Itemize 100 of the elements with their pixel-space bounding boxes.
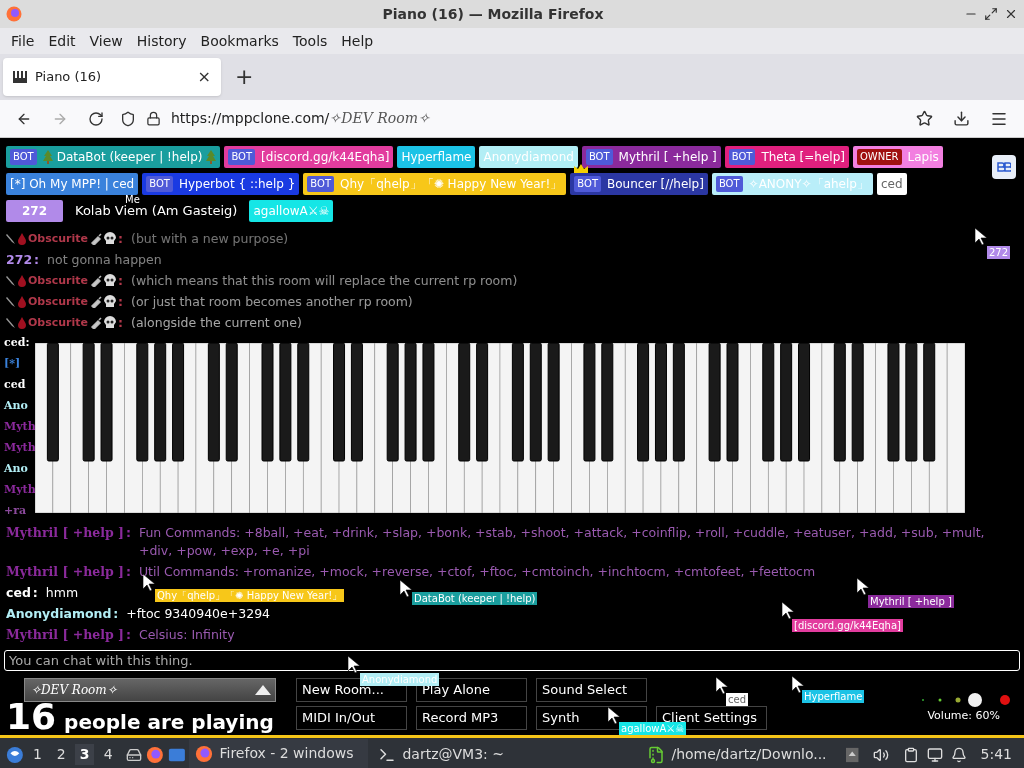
page-button-icon[interactable] bbox=[992, 155, 1016, 179]
role-badge: OWNER bbox=[857, 149, 902, 165]
browser-icon[interactable] bbox=[145, 744, 164, 765]
user-name: ✧ANONY✧「ahelp」 bbox=[748, 176, 869, 193]
chat-message: Fun Commands: +8ball, +eat, +drink, +slap, +bonk, +stab, +shoot, +attack, +coinflip, +roll, +cuddle, +eatuser, +add, +sub, +mult, +div, +pow, +exp, +e, +pi bbox=[138, 523, 986, 560]
piano-keyboard[interactable] bbox=[35, 343, 965, 513]
chat-message: (or just that room becomes another rp room) bbox=[131, 292, 413, 311]
start-menu-icon[interactable] bbox=[6, 744, 24, 765]
skull-icon bbox=[104, 274, 117, 287]
new-tab-button[interactable]: + bbox=[235, 66, 254, 88]
role-badge: BOT bbox=[228, 149, 256, 165]
role-badge: BOT bbox=[585, 149, 613, 165]
cursor-icon bbox=[348, 656, 360, 673]
syringe-icon bbox=[90, 274, 103, 287]
eject-icon[interactable] bbox=[846, 746, 859, 763]
record-indicator-icon bbox=[1000, 695, 1010, 705]
cursor-tooltip: Anonydiamond bbox=[360, 673, 440, 686]
piano-tab-icon bbox=[13, 71, 27, 83]
cursor-tooltip: DataBot (keeper | !help) bbox=[412, 592, 538, 605]
task-label: dartz@VM3: ~ bbox=[402, 745, 504, 764]
workspace-button[interactable]: 4 bbox=[98, 744, 118, 765]
chat-name: ced: bbox=[4, 335, 30, 352]
chat-name: ced bbox=[6, 583, 31, 602]
cursor-icon bbox=[857, 578, 869, 595]
knife-icon bbox=[6, 232, 16, 245]
chat-name: ced bbox=[4, 377, 26, 394]
role-badge: BOT bbox=[728, 149, 756, 165]
menu-item[interactable]: View bbox=[82, 30, 130, 52]
workspace-button[interactable]: 1 bbox=[27, 744, 48, 765]
browser-tab[interactable]: Piano (16) × bbox=[3, 58, 221, 96]
window-title: Piano (16) — Mozilla Firefox bbox=[381, 4, 605, 24]
chat-message: hmm bbox=[45, 583, 79, 602]
bookmark-star-icon[interactable] bbox=[916, 110, 933, 127]
tab-close-button[interactable]: × bbox=[197, 65, 211, 89]
chat-name: Obscurite bbox=[28, 230, 89, 247]
menu-item[interactable]: Help bbox=[334, 30, 381, 52]
chat-colon: : bbox=[118, 271, 124, 290]
task-label: Firefox - 2 windows bbox=[219, 744, 354, 763]
role-badge: BOT bbox=[146, 176, 173, 192]
player-label: people are playing bbox=[64, 709, 274, 736]
user-tag[interactable]: BOT Qhy「qhelp」「✺ Happy New Year!」 bbox=[303, 173, 567, 195]
user-tag[interactable]: BOT Theta [=help] bbox=[724, 146, 849, 168]
chat-name: [*] bbox=[4, 356, 21, 373]
archive-icon bbox=[647, 745, 666, 764]
chat-name: Mythril [ +help ] bbox=[6, 562, 124, 581]
close-icon[interactable] bbox=[1004, 7, 1018, 21]
drop-icon bbox=[18, 316, 26, 329]
volume-reading: Volume: 60% bbox=[927, 708, 1000, 724]
user-tag[interactable]: BOT Hyperbot { ::help } bbox=[142, 173, 300, 195]
chat-name: Ano bbox=[4, 461, 28, 478]
user-tag[interactable]: BOT Bouncer [//help] bbox=[570, 173, 708, 195]
chat-input[interactable]: You can chat with this thing. bbox=[4, 650, 1020, 671]
knife-icon bbox=[6, 316, 16, 329]
user-tag[interactable]: BOT Mythril [ +help ] bbox=[581, 146, 721, 168]
taskbar-task[interactable]: /home/dartz/Downlo... bbox=[641, 738, 839, 768]
cursor-tooltip: Mythril [ +help ] bbox=[868, 595, 954, 608]
chat-name: Myth bbox=[4, 482, 36, 499]
user-name: DataBot (keeper | !help) bbox=[56, 149, 203, 166]
caret-up-icon bbox=[255, 685, 271, 695]
control-button[interactable]: Sound Select bbox=[536, 678, 647, 702]
role-badge: BOT bbox=[715, 176, 743, 192]
menu-item[interactable]: File bbox=[4, 30, 42, 52]
control-button[interactable]: Record MP3 bbox=[416, 706, 527, 730]
clipboard-icon[interactable] bbox=[902, 745, 919, 764]
maximize-icon[interactable] bbox=[984, 7, 998, 21]
menu-item[interactable]: Tools bbox=[285, 30, 335, 52]
chat-colon: : bbox=[118, 229, 124, 248]
user-name: 272 bbox=[21, 203, 48, 220]
url-text[interactable]: https://mppclone.com/✧DEV Room✧ bbox=[171, 108, 430, 129]
chat-name: Obscurite bbox=[28, 293, 89, 310]
knife-icon bbox=[6, 295, 16, 308]
user-tag[interactable]: BOT DataBot (keeper | !help) bbox=[6, 146, 221, 168]
chat-name: +ra bbox=[4, 503, 27, 520]
user-name: Qhy「qhelp」「✺ Happy New Year!」 bbox=[340, 176, 563, 193]
chat-colon: : bbox=[125, 562, 131, 581]
user-tag[interactable]: OWNER Lapis bbox=[853, 146, 943, 168]
chat-name: Mythril [ +help ] bbox=[6, 523, 124, 542]
chat-colon: : bbox=[125, 625, 131, 644]
room-select[interactable]: ✧DEV Room✧ bbox=[24, 678, 276, 702]
taskbar-task[interactable]: dartz@VM3: ~ bbox=[372, 738, 552, 768]
workspace-button[interactable]: 3 bbox=[74, 744, 95, 765]
chat-colon: : bbox=[32, 583, 38, 602]
workspace-button[interactable]: 2 bbox=[51, 744, 71, 765]
user-tag[interactable]: BOT ✧ANONY✧「ahelp」 bbox=[711, 173, 873, 195]
menu-item[interactable]: Edit bbox=[41, 30, 83, 52]
user-tag[interactable]: BOT [discord.gg/k44Eqha] bbox=[224, 146, 394, 168]
notification-icon[interactable] bbox=[950, 745, 967, 764]
tree-icon bbox=[42, 150, 53, 164]
menu-item[interactable]: Bookmarks bbox=[193, 30, 286, 52]
chat-message: Celsius: Infinity bbox=[138, 625, 235, 644]
reload-icon[interactable] bbox=[88, 110, 104, 127]
cursor-tooltip: agallowA⚔☠ bbox=[619, 722, 687, 735]
menu-item[interactable]: History bbox=[129, 30, 194, 52]
browser-logo-icon bbox=[6, 6, 22, 22]
shield-icon[interactable] bbox=[120, 110, 136, 127]
download-icon[interactable] bbox=[953, 110, 970, 127]
lock-icon[interactable] bbox=[146, 111, 161, 126]
taskbar-task[interactable]: Firefox - 2 windows bbox=[189, 738, 369, 768]
control-button[interactable]: MIDI In/Out bbox=[296, 706, 407, 730]
user-name: Bouncer [//help] bbox=[607, 176, 704, 193]
